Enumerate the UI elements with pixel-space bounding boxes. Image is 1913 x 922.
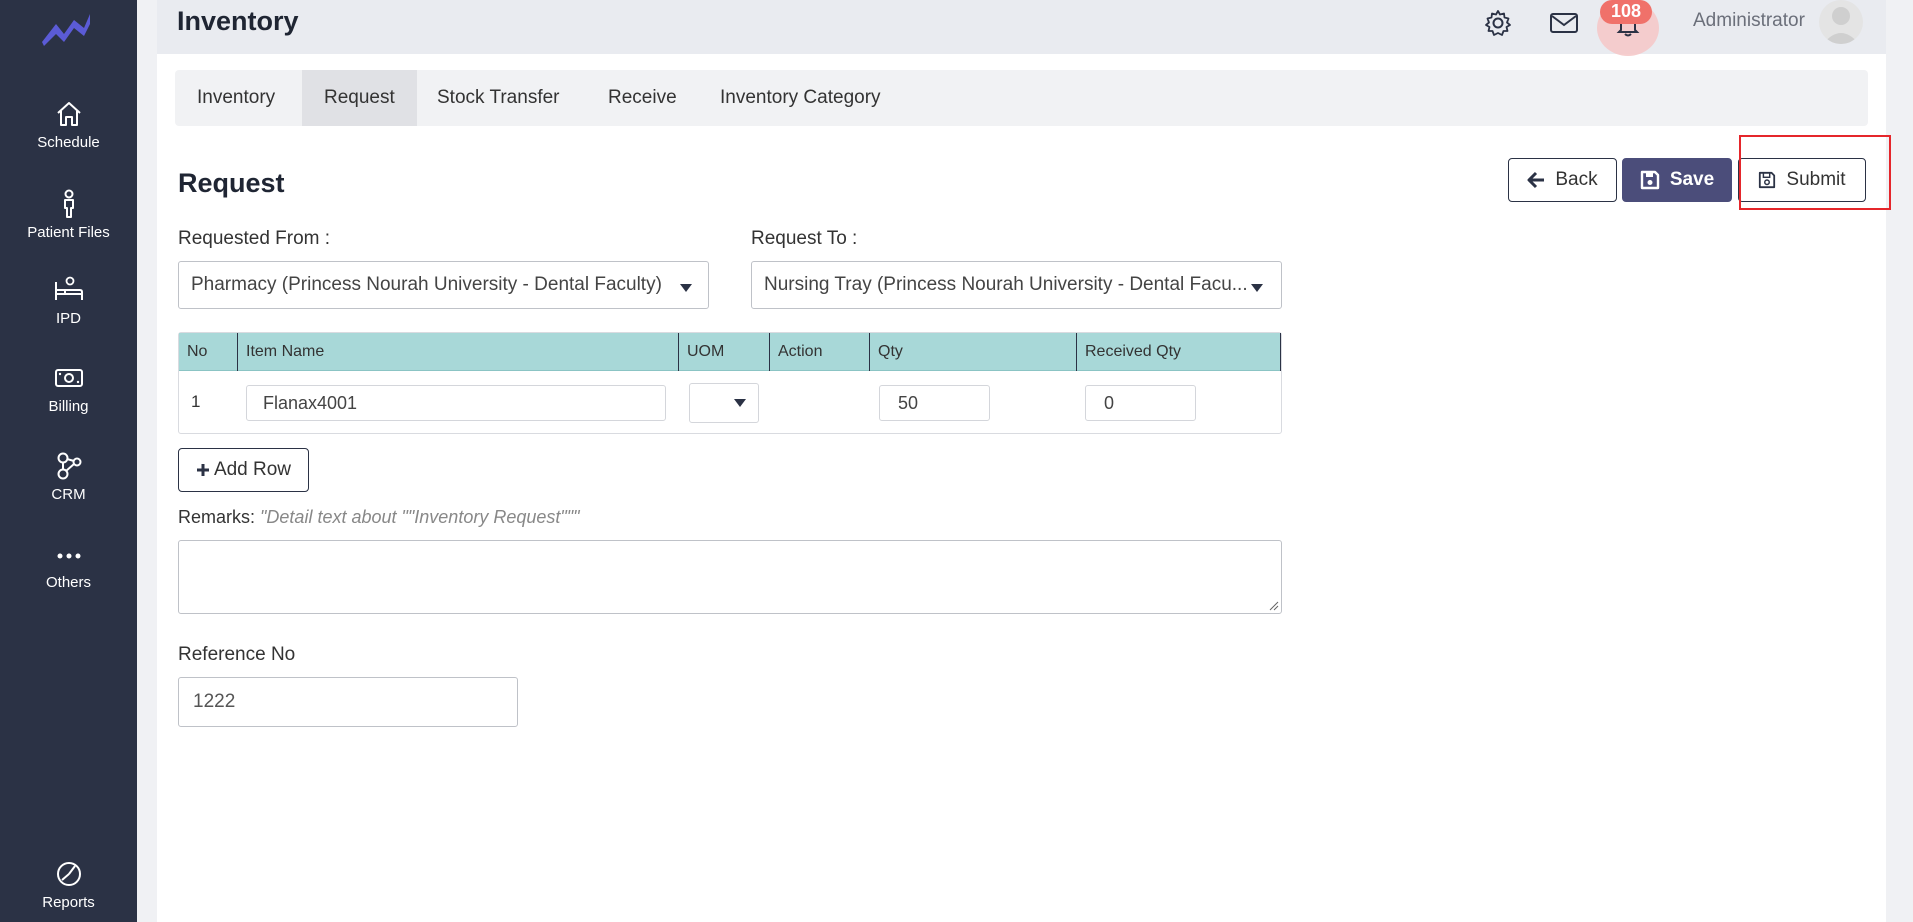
- tab-inventory[interactable]: Inventory: [175, 70, 297, 126]
- floppy-disk-icon: [1640, 170, 1660, 190]
- left-gutter: [137, 0, 157, 922]
- request-to-select[interactable]: Nursing Tray (Princess Nourah University…: [751, 261, 1282, 309]
- column-header-item-name: Item Name: [238, 333, 679, 371]
- tab-receive[interactable]: Receive: [586, 70, 699, 126]
- remarks-label: Remarks: "Detail text about ""Inventory …: [178, 507, 580, 528]
- sidebar-item-schedule[interactable]: Schedule: [0, 98, 137, 151]
- item-name-input[interactable]: Flanax4001: [246, 385, 666, 421]
- submit-highlight-box: [1739, 135, 1891, 210]
- money-icon: [54, 369, 83, 387]
- user-name[interactable]: Administrator: [1693, 10, 1805, 32]
- column-header-received-qty: Received Qty: [1077, 333, 1281, 371]
- remarks-textarea[interactable]: [178, 540, 1282, 614]
- avatar[interactable]: [1819, 0, 1863, 44]
- request-to-label: Request To :: [751, 228, 858, 249]
- sidebar-item-label: Patient Files: [27, 224, 110, 241]
- column-header-action: Action: [770, 333, 870, 371]
- items-table: No Item Name UOM Action Qty Received Qty…: [178, 332, 1282, 434]
- sidebar: Schedule Patient Files IPD Billing CRM O…: [0, 0, 137, 922]
- user-avatar-icon: [1823, 7, 1859, 44]
- reference-no-label: Reference No: [178, 644, 296, 665]
- reference-no-input[interactable]: 1222: [178, 677, 518, 727]
- sidebar-item-billing[interactable]: Billing: [0, 362, 137, 415]
- sidebar-item-label: IPD: [55, 310, 81, 327]
- sidebar-item-ipd[interactable]: IPD: [0, 274, 137, 327]
- remarks-hint: "Detail text about ""Inventory Request""…: [260, 507, 580, 527]
- requested-from-select[interactable]: Pharmacy (Princess Nourah University - D…: [178, 261, 709, 309]
- sidebar-item-label: CRM: [51, 486, 86, 503]
- tab-stock-transfer[interactable]: Stock Transfer: [415, 70, 582, 126]
- plus-icon: [196, 464, 209, 476]
- chart-pie-icon: [56, 862, 81, 886]
- sidebar-item-label: Others: [45, 574, 91, 591]
- gear-icon[interactable]: [1483, 8, 1513, 38]
- network-icon: [57, 452, 81, 480]
- sidebar-item-reports[interactable]: Reports: [0, 858, 137, 911]
- chevron-down-icon: [1251, 284, 1263, 292]
- page-title: Inventory: [177, 6, 299, 36]
- sidebar-item-others[interactable]: Others: [0, 538, 137, 591]
- column-header-uom: UOM: [679, 333, 770, 371]
- add-row-label: Add Row: [213, 459, 292, 480]
- column-header-qty: Qty: [870, 333, 1077, 371]
- section-title: Request: [178, 168, 285, 198]
- request-to-value: Nursing Tray (Princess Nourah University…: [764, 274, 1248, 295]
- sidebar-item-label: Billing: [48, 398, 89, 415]
- top-header: Inventory 108 Administrator: [157, 0, 1886, 56]
- uom-select[interactable]: [689, 383, 759, 423]
- save-button-label: Save: [1669, 169, 1715, 190]
- back-button[interactable]: Back: [1508, 158, 1617, 202]
- mail-icon[interactable]: [1549, 8, 1579, 38]
- resize-handle-icon[interactable]: [1269, 601, 1279, 611]
- chevron-down-icon: [734, 399, 746, 407]
- logo-icon[interactable]: [38, 6, 94, 50]
- more-icon: [57, 553, 80, 559]
- add-row-button[interactable]: Add Row: [178, 448, 309, 492]
- back-button-label: Back: [1555, 169, 1598, 190]
- notification-badge: 108: [1600, 0, 1652, 24]
- person-icon: [63, 189, 74, 218]
- arrow-left-icon: [1527, 171, 1545, 189]
- column-header-no: No: [179, 333, 238, 371]
- row-number: 1: [191, 392, 201, 411]
- sidebar-item-patient-files[interactable]: Patient Files: [0, 188, 137, 241]
- sidebar-item-label: Reports: [42, 894, 95, 911]
- sidebar-item-crm[interactable]: CRM: [0, 450, 137, 503]
- tab-bar: Inventory Request Stock Transfer Receive…: [175, 70, 1868, 126]
- home-icon: [56, 102, 81, 126]
- bed-icon: [54, 276, 83, 300]
- received-qty-input[interactable]: 0: [1085, 385, 1196, 421]
- requested-from-label: Requested From :: [178, 228, 331, 249]
- requested-from-value: Pharmacy (Princess Nourah University - D…: [191, 274, 662, 295]
- qty-input[interactable]: 50: [879, 385, 990, 421]
- chevron-down-icon: [680, 284, 692, 292]
- save-button[interactable]: Save: [1622, 158, 1732, 202]
- tab-request[interactable]: Request: [302, 70, 417, 126]
- tab-inventory-category[interactable]: Inventory Category: [698, 70, 903, 126]
- remarks-label-text: Remarks:: [178, 507, 256, 527]
- table-header: No Item Name UOM Action Qty Received Qty: [179, 333, 1281, 371]
- sidebar-item-label: Schedule: [37, 134, 100, 151]
